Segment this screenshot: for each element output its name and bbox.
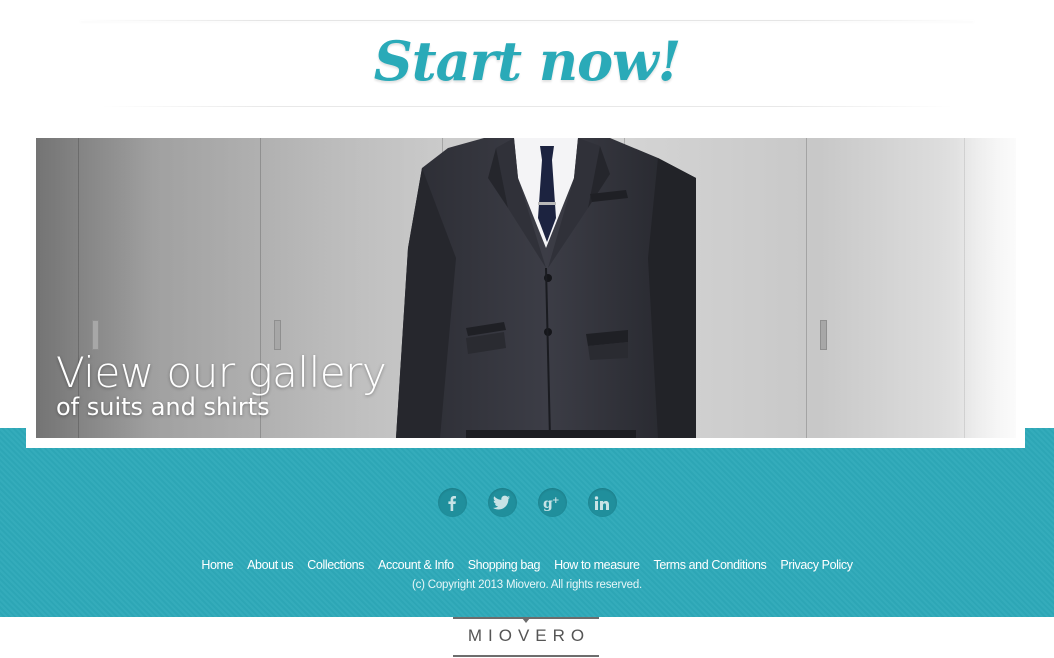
gallery-headline[interactable]: View our gallery	[56, 350, 387, 396]
footer-link-shopping-bag[interactable]: Shopping bag	[461, 556, 547, 574]
logo-wordmark: MIOVERO	[467, 626, 591, 645]
miovero-logo[interactable]: MIOVERO	[453, 617, 599, 658]
logo-notch	[522, 618, 530, 623]
banner-highlight	[956, 138, 1016, 438]
twitter-icon[interactable]	[487, 488, 517, 517]
social-links: g +	[0, 488, 1054, 518]
gallery-banner[interactable]: View our gallery of suits and shirts	[36, 138, 1016, 438]
footer-nav: Home About us Collections Account & Info…	[0, 556, 1054, 574]
footer-link-privacy[interactable]: Privacy Policy	[773, 556, 859, 574]
logo-rule	[453, 655, 599, 657]
cta-section: Start now!	[0, 0, 1054, 128]
footer-link-about-us[interactable]: About us	[240, 556, 300, 574]
suit-image	[396, 138, 696, 438]
linkedin-icon[interactable]	[587, 488, 617, 517]
copyright-text: (c) Copyright 2013 Miovero. All rights r…	[411, 579, 643, 591]
svg-text:+: +	[552, 496, 560, 506]
facebook-icon[interactable]	[437, 488, 467, 517]
gallery-subline: of suits and shirts	[56, 393, 270, 421]
wardrobe-handle	[92, 320, 99, 350]
footer-link-home[interactable]: Home	[194, 556, 240, 574]
footer-link-how-to-measure[interactable]: How to measure	[547, 556, 646, 574]
divider	[100, 106, 954, 107]
wardrobe-panel-edge	[806, 138, 807, 438]
wardrobe-handle	[274, 320, 281, 350]
footer-link-account-info[interactable]: Account & Info	[371, 556, 461, 574]
google-plus-icon[interactable]: g +	[537, 488, 567, 517]
wardrobe-handle	[820, 320, 827, 350]
footer-link-terms[interactable]: Terms and Conditions	[647, 556, 774, 574]
banner-caption: View our gallery of suits and shirts	[56, 350, 387, 421]
divider	[80, 20, 974, 21]
start-now-heading[interactable]: Start now!	[0, 28, 1054, 94]
footer-link-collections[interactable]: Collections	[300, 556, 371, 574]
